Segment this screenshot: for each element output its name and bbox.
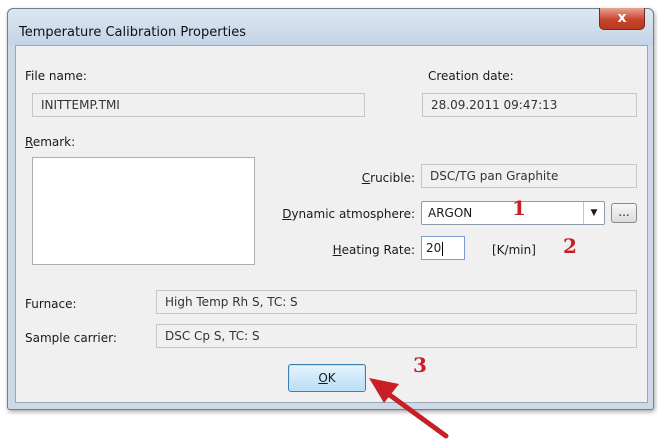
annotation-arrow-icon	[369, 378, 449, 439]
